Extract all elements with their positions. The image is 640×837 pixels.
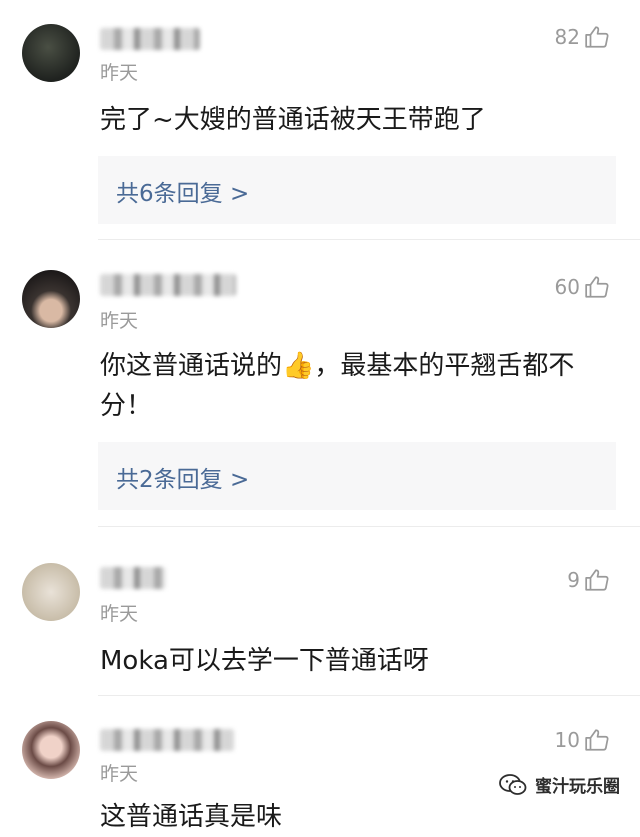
like-button[interactable]: 60 xyxy=(555,274,610,300)
username-blurred[interactable] xyxy=(100,567,166,589)
avatar[interactable] xyxy=(22,24,80,82)
like-button[interactable]: 10 xyxy=(555,727,610,753)
thumbs-up-icon xyxy=(585,569,609,591)
thumbs-up-icon xyxy=(585,26,609,48)
comment-text: Moka可以去学一下普通话呀 xyxy=(100,646,429,676)
thumbs-up-icon xyxy=(585,729,609,751)
divider xyxy=(98,695,640,696)
comment-time: 昨天 xyxy=(100,310,139,332)
avatar[interactable] xyxy=(22,270,80,328)
comment-3: 昨天 9 Moka可以去学一下普通话呀 xyxy=(0,527,640,697)
comment-2: 昨天 60 你这普通话说的👍，最基本的平翘舌都不分！ 共2条回复 > xyxy=(0,240,640,527)
avatar[interactable] xyxy=(22,721,80,779)
replies-box[interactable]: 共6条回复 > xyxy=(98,156,616,224)
like-count: 82 xyxy=(554,25,580,49)
username-blurred[interactable] xyxy=(100,274,236,296)
replies-box[interactable]: 共2条回复 > xyxy=(98,442,616,510)
comment-time: 昨天 xyxy=(100,603,139,625)
comment-text: 这普通话真是味 xyxy=(100,802,283,832)
like-button[interactable]: 82 xyxy=(555,24,610,50)
wechat-icon xyxy=(499,773,527,795)
replies-link[interactable]: 共6条回复 > xyxy=(116,174,249,208)
comment-time: 昨天 xyxy=(100,62,139,84)
like-count: 60 xyxy=(554,275,580,299)
comment-time: 昨天 xyxy=(100,763,139,785)
like-count: 9 xyxy=(567,568,580,592)
comment-1: 昨天 82 完了~大嫂的普通话被天王带跑了 共6条回复 > xyxy=(0,0,640,240)
replies-link[interactable]: 共2条回复 > xyxy=(116,460,249,494)
username-blurred[interactable] xyxy=(100,729,234,751)
avatar[interactable] xyxy=(22,563,80,621)
comment-text: 完了~大嫂的普通话被天王带跑了 xyxy=(100,105,486,135)
username-blurred[interactable] xyxy=(100,28,200,50)
like-count: 10 xyxy=(554,728,580,752)
watermark-text: 蜜汁玩乐圈 xyxy=(535,777,620,797)
watermark: 蜜汁玩乐圈 xyxy=(499,772,620,797)
comment-text: 你这普通话说的👍，最基本的平翘舌都不分！ xyxy=(100,351,575,421)
like-button[interactable]: 9 xyxy=(567,567,610,593)
thumbs-up-icon xyxy=(585,276,609,298)
